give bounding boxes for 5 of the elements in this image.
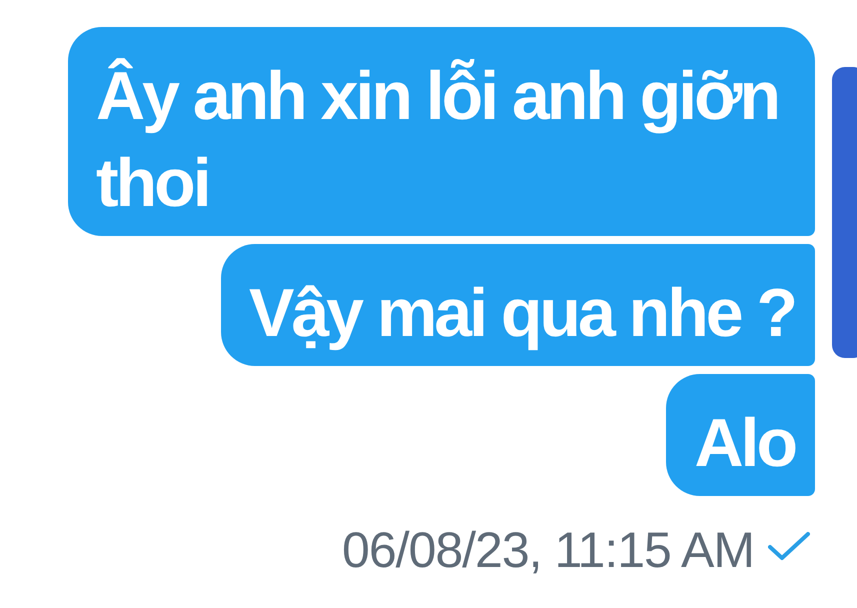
message-timestamp: 06/08/23, 11:15 AM xyxy=(342,521,754,579)
scrollbar-thumb[interactable] xyxy=(832,67,857,358)
message-bubble: Ây anh xin lỗi anh giỡn thoi xyxy=(68,27,815,236)
message-bubble: Alo xyxy=(666,374,815,496)
message-bubble: Vậy mai qua nhe ? xyxy=(220,244,815,366)
